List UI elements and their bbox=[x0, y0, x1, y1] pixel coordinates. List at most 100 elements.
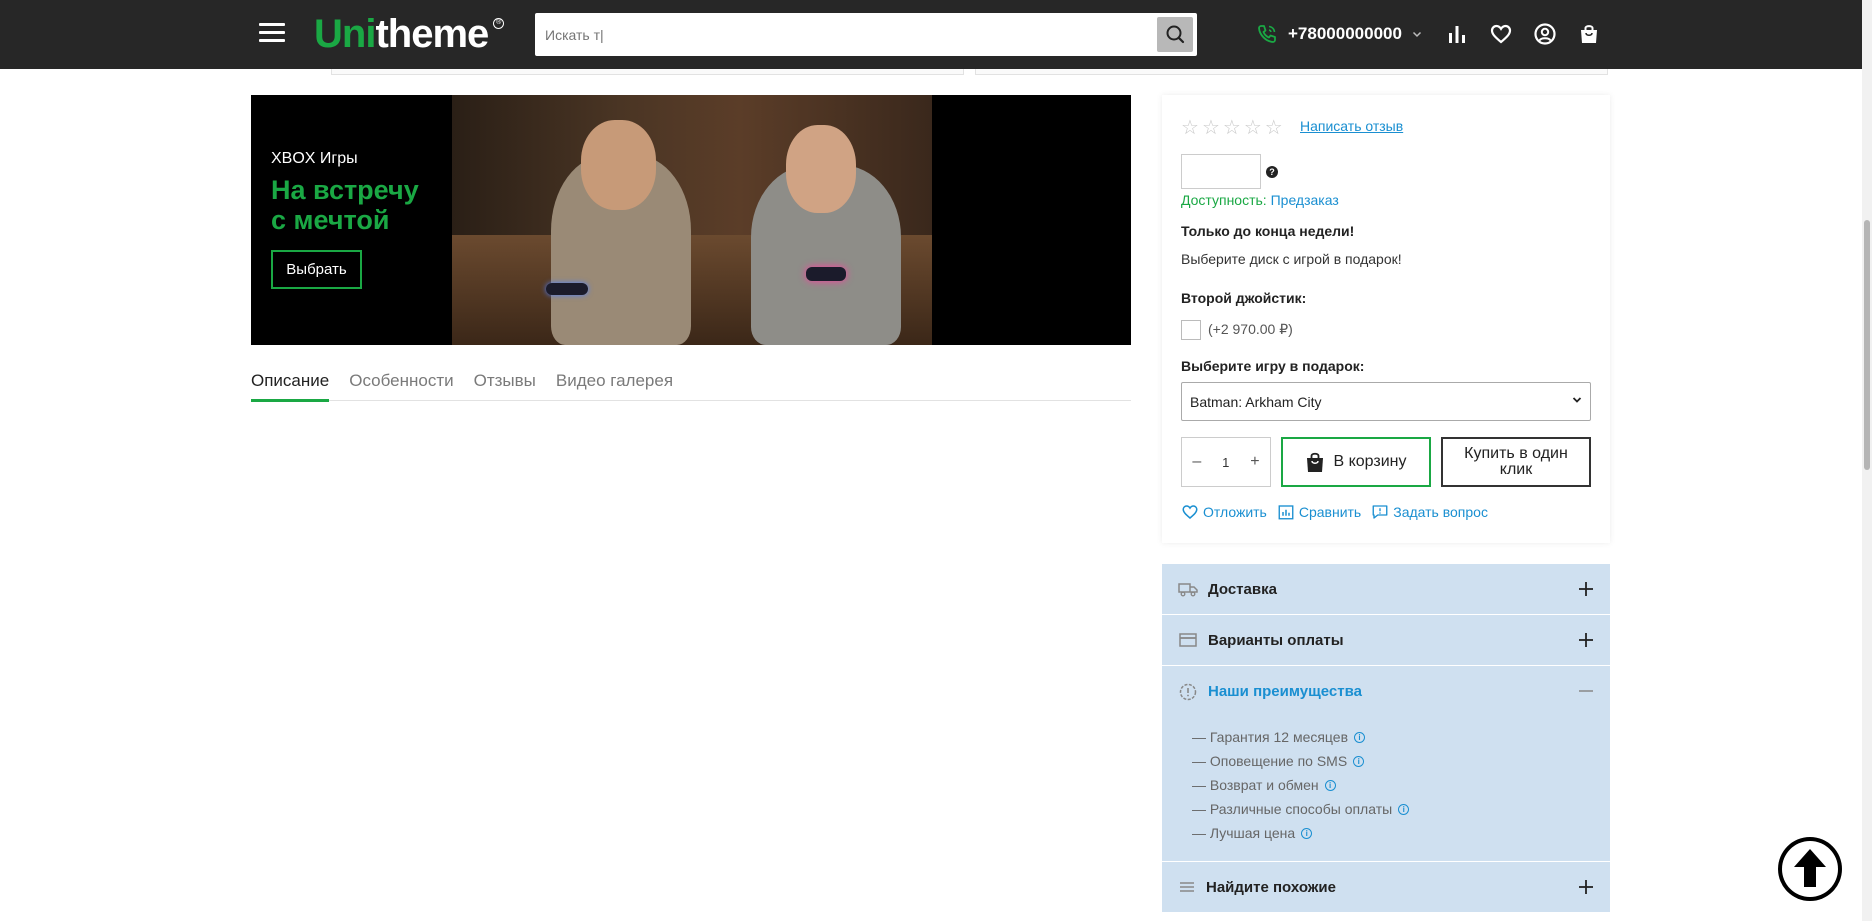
star-icon: ☆ bbox=[1201, 117, 1220, 139]
banner-photo-man-head bbox=[581, 120, 656, 210]
joystick-price: (+2 970.00 ₽) bbox=[1208, 321, 1293, 337]
heart-icon[interactable] bbox=[1489, 22, 1513, 46]
price-box bbox=[1181, 154, 1261, 189]
top-strip-left bbox=[331, 69, 964, 75]
accordion-similar[interactable]: Найдите похожие bbox=[1162, 862, 1610, 913]
promo-text: Выберите диск с игрой в подарок! bbox=[1181, 251, 1402, 267]
top-strip-right bbox=[975, 69, 1608, 75]
tab-features[interactable]: Особенности bbox=[349, 371, 453, 401]
search-input[interactable] bbox=[545, 13, 1125, 56]
plus-icon bbox=[1579, 633, 1593, 647]
qty-minus-button[interactable]: – bbox=[1192, 453, 1201, 471]
wishlist-label: Отложить bbox=[1203, 504, 1267, 520]
banner-title: На встречу с мечтой bbox=[271, 175, 419, 235]
star-icon: ☆ bbox=[1264, 117, 1283, 139]
tab-video-gallery[interactable]: Видео галерея bbox=[556, 371, 673, 401]
promo-title: Только до конца недели! bbox=[1181, 223, 1355, 239]
ask-question-link[interactable]: Задать вопрос bbox=[1371, 503, 1488, 521]
info-icon[interactable]: i bbox=[1353, 755, 1365, 767]
joystick-checkbox[interactable] bbox=[1181, 320, 1201, 340]
phone-number: +78000000000 bbox=[1288, 24, 1402, 43]
promo-banner[interactable]: XBOX Игры На встречу с мечтой Выбрать bbox=[251, 95, 1131, 345]
gift-game-title: Выберите игру в подарок: bbox=[1181, 358, 1365, 374]
banner-choose-button[interactable]: Выбрать bbox=[271, 250, 362, 289]
advantage-text: — Различные способы оплаты bbox=[1192, 801, 1393, 817]
compare-link[interactable]: Сравнить bbox=[1277, 503, 1361, 521]
phone-dropdown[interactable]: +78000000000 bbox=[1256, 22, 1422, 46]
list-item: — Гарантия 12 месяцев i bbox=[1192, 725, 1610, 749]
joystick-option-title: Второй джойстик: bbox=[1181, 290, 1307, 306]
qty-plus-button[interactable]: + bbox=[1250, 453, 1259, 471]
lines-icon bbox=[1180, 882, 1194, 892]
star-icon: ☆ bbox=[1181, 117, 1199, 139]
qty-value[interactable]: 1 bbox=[1222, 455, 1229, 470]
tab-description[interactable]: Описание bbox=[251, 371, 330, 402]
advantages-list: — Гарантия 12 месяцев i — Оповещение по … bbox=[1162, 717, 1610, 862]
phone-icon bbox=[1258, 25, 1276, 43]
list-item: — Различные способы оплаты i bbox=[1192, 797, 1610, 821]
info-icon[interactable]: i bbox=[1354, 731, 1366, 743]
gift-game-selected: Batman: Arkham City bbox=[1190, 393, 1322, 410]
buy-one-click-button[interactable]: Купить в один клик bbox=[1441, 437, 1591, 487]
star-icon: ☆ bbox=[1222, 117, 1241, 139]
chat-icon bbox=[1372, 505, 1388, 519]
availability-value: Предзаказ bbox=[1270, 192, 1339, 208]
list-item: — Оповещение по SMS i bbox=[1192, 749, 1610, 773]
badge-alert-icon bbox=[1179, 683, 1197, 700]
product-page: Unitheme ® +78000000000 bbox=[0, 0, 1872, 921]
compare-icon[interactable] bbox=[1445, 22, 1469, 46]
product-actions: Отложить Сравнить Задать вопрос bbox=[1181, 503, 1488, 521]
info-icon[interactable]: i bbox=[1324, 779, 1336, 791]
ask-question-label: Задать вопрос bbox=[1393, 504, 1488, 520]
logo-uni: Uni bbox=[314, 12, 376, 56]
cart-bag-icon[interactable] bbox=[1577, 22, 1601, 46]
rating-stars[interactable]: ☆ ☆ ☆ ☆ ☆ bbox=[1181, 115, 1283, 140]
question-icon[interactable]: ? bbox=[1266, 166, 1278, 178]
plus-icon bbox=[1579, 880, 1593, 894]
site-logo[interactable]: Unitheme ® bbox=[314, 12, 505, 57]
banner-controller-blue bbox=[546, 283, 588, 295]
registered-icon: ® bbox=[493, 18, 505, 29]
banner-photo-woman-head bbox=[786, 125, 856, 213]
credit-card-icon bbox=[1179, 633, 1197, 647]
tab-reviews[interactable]: Отзывы bbox=[474, 371, 536, 401]
accordion-delivery[interactable]: Доставка bbox=[1162, 564, 1610, 615]
banner-subtitle: XBOX Игры bbox=[271, 150, 358, 167]
list-item: — Лучшая цена i bbox=[1192, 821, 1610, 845]
wishlist-link[interactable]: Отложить bbox=[1181, 503, 1267, 521]
info-icon[interactable]: i bbox=[1398, 803, 1410, 815]
search-icon bbox=[1166, 25, 1185, 44]
info-icon[interactable]: i bbox=[1301, 827, 1313, 839]
advantage-text: — Возврат и обмен bbox=[1192, 777, 1319, 793]
accordion-payment[interactable]: Варианты оплаты bbox=[1162, 615, 1610, 666]
site-header: Unitheme ® +78000000000 bbox=[0, 0, 1862, 69]
back-to-top-button[interactable] bbox=[1778, 837, 1842, 901]
accordion-similar-label: Найдите похожие bbox=[1206, 878, 1336, 896]
minus-icon bbox=[1579, 690, 1593, 692]
accordion-delivery-label: Доставка bbox=[1208, 580, 1277, 598]
menu-icon[interactable] bbox=[259, 23, 285, 45]
banner-controller-pink bbox=[806, 267, 846, 281]
truck-icon bbox=[1178, 583, 1198, 597]
user-icon[interactable] bbox=[1533, 22, 1557, 46]
quantity-stepper: – 1 + bbox=[1181, 437, 1271, 487]
search-button[interactable] bbox=[1157, 17, 1193, 52]
bag-icon bbox=[1307, 452, 1324, 472]
header-icons bbox=[1445, 22, 1601, 46]
accordion-payment-label: Варианты оплаты bbox=[1208, 631, 1344, 649]
availability: Доступность: Предзаказ bbox=[1181, 192, 1339, 208]
accordion-advantages-label: Наши преимущества bbox=[1208, 683, 1362, 700]
page-scrollbar[interactable] bbox=[1862, 0, 1872, 921]
product-tabs: Описание Особенности Отзывы Видео галере… bbox=[251, 371, 1131, 402]
scrollbar-thumb[interactable] bbox=[1864, 220, 1870, 470]
search-bar bbox=[535, 13, 1197, 56]
compare-label: Сравнить bbox=[1298, 504, 1362, 520]
chevron-down-icon bbox=[1572, 397, 1582, 403]
plus-icon bbox=[1579, 582, 1593, 596]
write-review-link[interactable]: Написать отзыв bbox=[1300, 118, 1403, 134]
add-to-cart-button[interactable]: В корзину bbox=[1281, 437, 1431, 487]
advantage-text: — Оповещение по SMS bbox=[1192, 753, 1348, 769]
accordion-advantages[interactable]: Наши преимущества bbox=[1162, 666, 1610, 717]
gift-game-select[interactable]: Batman: Arkham City bbox=[1181, 382, 1591, 421]
advantage-text: — Лучшая цена bbox=[1192, 825, 1296, 841]
